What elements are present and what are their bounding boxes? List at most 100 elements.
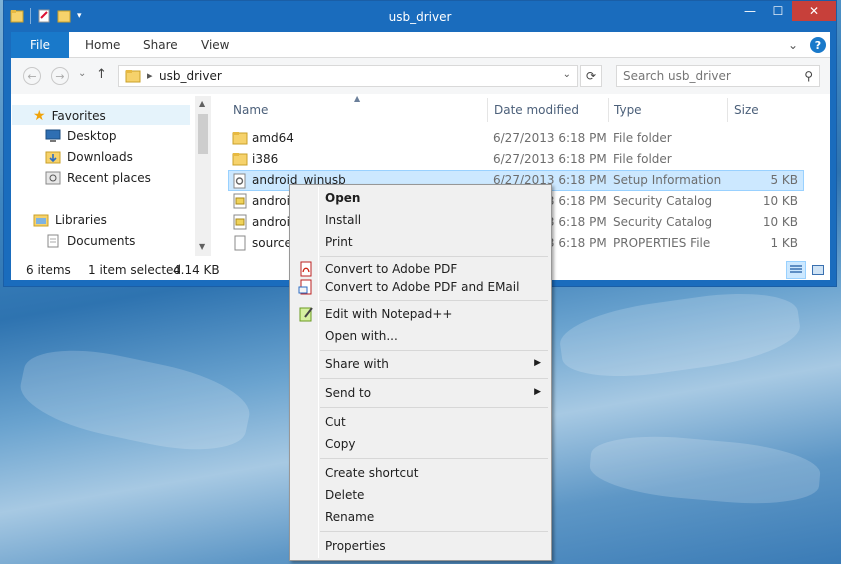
menu-item-open-with[interactable]: Open with... xyxy=(292,325,549,347)
window-title: usb_driver xyxy=(388,10,452,24)
file-type: PROPERTIES File xyxy=(613,236,711,250)
breadcrumb-usb-driver[interactable]: usb_driver xyxy=(159,69,222,83)
nav-label: Downloads xyxy=(67,150,133,164)
scrollbar-thumb[interactable] xyxy=(198,114,208,154)
details-view-button[interactable] xyxy=(786,261,806,279)
menu-label: Open with... xyxy=(325,329,398,343)
menu-label: Create shortcut xyxy=(325,466,419,480)
breadcrumb-separator-icon[interactable]: ▸ xyxy=(147,69,153,82)
submenu-arrow-icon: ▶ xyxy=(534,387,541,397)
folder-icon xyxy=(232,153,248,166)
search-box[interactable]: ⚲ xyxy=(616,65,820,87)
menu-separator xyxy=(320,256,548,257)
nav-recent-places[interactable]: Recent places xyxy=(45,171,151,185)
item-count: 6 items xyxy=(26,263,71,277)
navigation-scrollbar[interactable]: ▲ ▼ xyxy=(195,96,211,256)
nav-documents[interactable]: Documents xyxy=(45,234,135,248)
menu-item-open[interactable]: Open xyxy=(292,187,549,209)
back-button[interactable]: ← xyxy=(23,67,41,85)
column-header-type[interactable]: Type xyxy=(614,103,642,117)
menu-item-edit-notepad[interactable]: Edit with Notepad++ xyxy=(292,303,549,325)
search-input[interactable] xyxy=(623,69,793,83)
expand-ribbon-icon[interactable]: ⌄ xyxy=(788,38,798,52)
menu-item-share-with[interactable]: Share with ▶ xyxy=(292,353,549,375)
column-divider[interactable] xyxy=(727,98,728,122)
file-size: 5 KB xyxy=(770,173,798,187)
nav-desktop[interactable]: Desktop xyxy=(45,129,117,143)
desktop-icon xyxy=(45,129,61,142)
desktop-highlight xyxy=(587,430,823,510)
file-row[interactable]: amd64 6/27/2013 6:18 PM File folder xyxy=(228,128,804,149)
menu-item-copy[interactable]: Copy xyxy=(292,433,549,455)
menu-separator xyxy=(320,300,548,301)
nav-favorites[interactable]: ★ Favorites xyxy=(33,108,106,124)
column-header-size[interactable]: Size xyxy=(734,103,759,117)
sort-ascending-icon: ▲ xyxy=(354,94,361,103)
menu-item-rename[interactable]: Rename xyxy=(292,506,549,528)
menu-label: Cut xyxy=(325,415,346,429)
nav-libraries[interactable]: Libraries xyxy=(33,213,107,227)
notepad-plus-plus-icon xyxy=(299,307,313,322)
desktop-highlight xyxy=(14,336,256,464)
adobe-pdf-icon xyxy=(300,261,312,277)
documents-icon xyxy=(47,234,59,248)
up-button[interactable]: ↑ xyxy=(96,67,107,82)
file-date: 6/27/2013 6:18 PM xyxy=(493,131,607,145)
menu-label: Open xyxy=(325,191,361,205)
menu-separator xyxy=(320,458,548,459)
menu-item-convert-pdf-email[interactable]: Convert to Adobe PDF and EMail xyxy=(292,276,549,298)
menu-label: Convert to Adobe PDF xyxy=(325,262,458,276)
recent-locations-icon[interactable]: ⌄ xyxy=(78,68,86,79)
refresh-button[interactable]: ⟳ xyxy=(580,65,602,87)
security-catalog-icon xyxy=(233,214,247,230)
nav-downloads[interactable]: Downloads xyxy=(45,150,133,164)
forward-button[interactable]: → xyxy=(51,67,69,85)
column-divider[interactable] xyxy=(608,98,609,122)
submenu-arrow-icon: ▶ xyxy=(534,358,541,368)
menu-item-delete[interactable]: Delete xyxy=(292,484,549,506)
recent-places-icon xyxy=(45,171,61,185)
menu-label: Convert to Adobe PDF and EMail xyxy=(325,280,520,294)
ribbon: File Home Share View ⌄ ? xyxy=(11,32,830,58)
scroll-down-icon[interactable]: ▼ xyxy=(199,242,205,251)
menu-item-properties[interactable]: Properties xyxy=(292,535,549,557)
ribbon-controls: ⌄ ? xyxy=(788,37,826,53)
tab-home[interactable]: Home xyxy=(85,38,120,52)
menu-separator xyxy=(320,350,548,351)
nav-label: Documents xyxy=(67,234,136,248)
address-field[interactable]: ▸ usb_driver ⌄ xyxy=(118,65,578,87)
file-type: File folder xyxy=(613,152,672,166)
large-icons-view-button[interactable] xyxy=(808,261,828,279)
document-icon xyxy=(234,235,246,251)
scroll-up-icon[interactable]: ▲ xyxy=(199,99,205,108)
tab-file[interactable]: File xyxy=(11,32,69,58)
menu-item-install[interactable]: Install xyxy=(292,209,549,231)
menu-label: Copy xyxy=(325,437,356,451)
file-date: 6/27/2013 6:18 PM xyxy=(493,152,607,166)
menu-item-cut[interactable]: Cut xyxy=(292,411,549,433)
search-icon[interactable]: ⚲ xyxy=(804,69,813,83)
menu-label: Send to xyxy=(325,386,372,400)
tab-view[interactable]: View xyxy=(201,38,229,52)
file-row[interactable]: i386 6/27/2013 6:18 PM File folder xyxy=(228,149,804,170)
menu-item-print[interactable]: Print xyxy=(292,231,549,253)
file-size: 10 KB xyxy=(762,194,798,208)
tab-share[interactable]: Share xyxy=(143,38,178,52)
file-size: 10 KB xyxy=(762,215,798,229)
close-button[interactable]: ✕ xyxy=(792,1,836,21)
file-type: Security Catalog xyxy=(613,194,713,208)
file-type: Setup Information xyxy=(613,173,722,187)
address-dropdown-icon[interactable]: ⌄ xyxy=(563,69,571,80)
menu-label: Rename xyxy=(325,510,375,524)
nav-label: Desktop xyxy=(67,129,117,143)
address-bar-row: ← → ⌄ ↑ ▸ usb_driver ⌄ ⟳ ⚲ xyxy=(11,58,830,94)
help-icon[interactable]: ? xyxy=(810,37,826,53)
menu-item-send-to[interactable]: Send to ▶ xyxy=(292,382,549,404)
minimize-button[interactable]: — xyxy=(736,1,764,21)
maximize-button[interactable]: ☐ xyxy=(764,1,792,21)
menu-label: Properties xyxy=(325,539,386,553)
column-divider[interactable] xyxy=(487,98,488,122)
menu-item-create-shortcut[interactable]: Create shortcut xyxy=(292,462,549,484)
column-header-date[interactable]: Date modified xyxy=(494,103,579,117)
column-header-name[interactable]: Name xyxy=(233,103,268,117)
